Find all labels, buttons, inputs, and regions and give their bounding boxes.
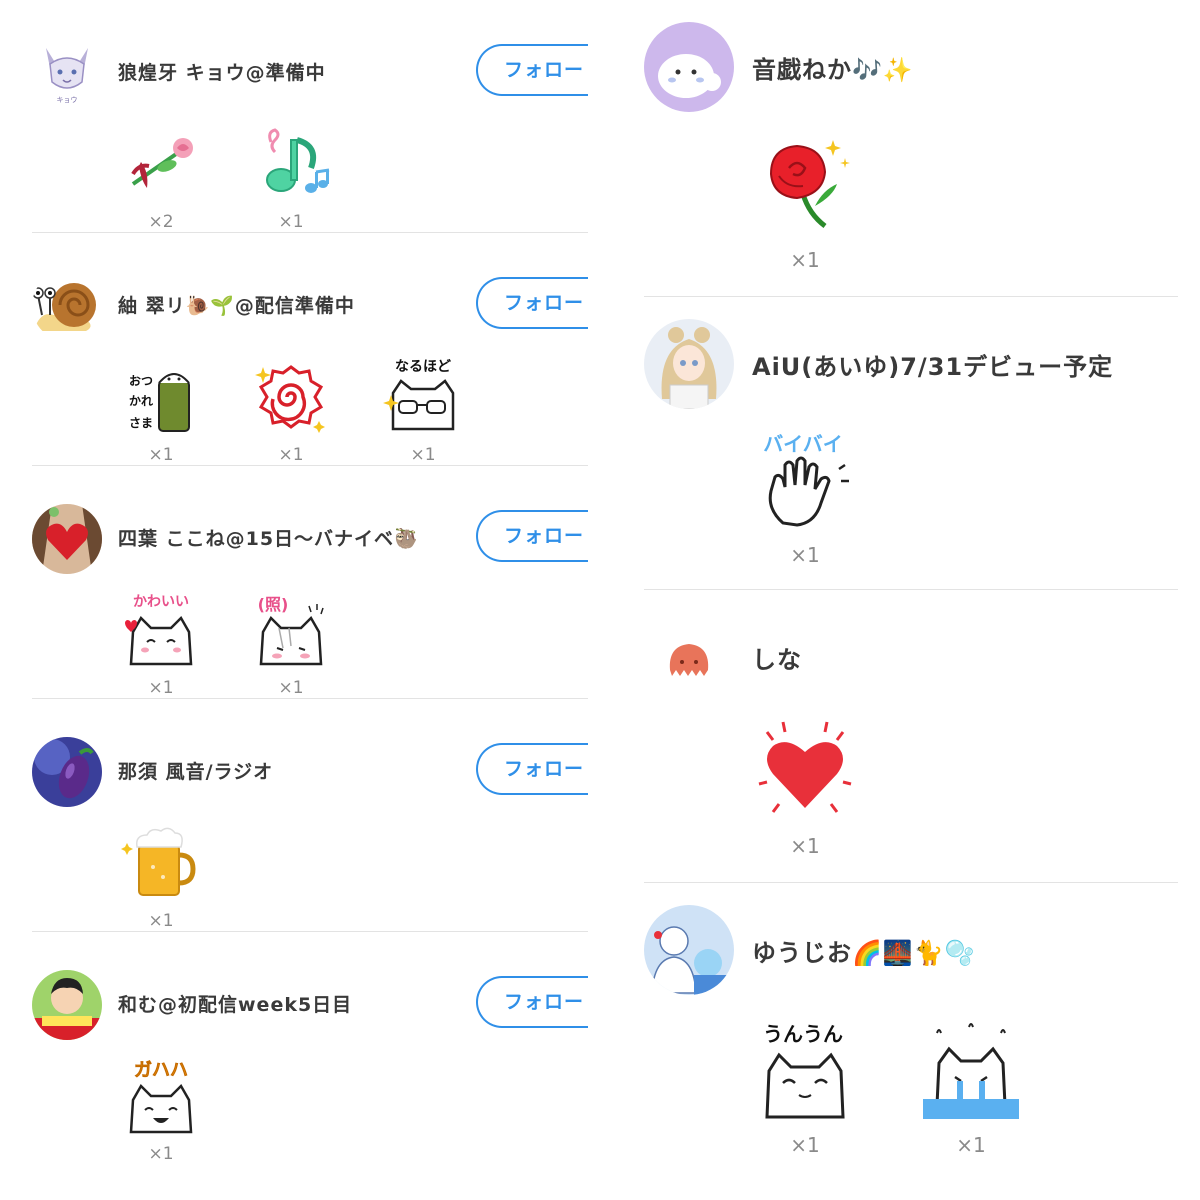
gift-item: ×1: [236, 122, 346, 232]
red-rose-icon: [769, 140, 850, 228]
rose-bouquet-icon: [131, 138, 193, 188]
gift-count: ×1: [148, 445, 174, 465]
follow-button[interactable]: フォロー: [476, 510, 588, 562]
snail-avatar-icon[interactable]: [32, 271, 102, 341]
svg-text:かれ: かれ: [129, 394, 153, 408]
gift-count: ×1: [148, 678, 174, 698]
sender-name: 狼煌牙 キョウ@準備中: [118, 62, 326, 84]
gift-count: ×1: [410, 445, 436, 465]
svg-text:さま: さま: [129, 416, 153, 430]
svg-text:(照): (照): [258, 595, 289, 614]
gift-item: ×1: [740, 720, 870, 858]
sender-name: 音戯ねか🎶✨: [752, 56, 914, 84]
sender-name: しな: [752, 646, 802, 674]
octopus-avatar-icon[interactable]: [644, 612, 734, 702]
list-item: 四葉 ここね@15日〜バナイベ🦥 フォロー かわいい ×1 (照) ×1: [32, 465, 588, 698]
sender-name: 四葉 ここね@15日〜バナイベ🦥: [118, 528, 419, 550]
gift-count: ×1: [278, 678, 304, 698]
gift-count: ×2: [148, 212, 174, 232]
kawaii-cat-sticker-icon: かわいい: [125, 594, 193, 666]
gift-item: ×1: [906, 1019, 1036, 1157]
svg-text:かわいい: かわいい: [133, 594, 189, 610]
unun-cat-sticker-icon: うんうん: [763, 1022, 845, 1119]
naruto-swirl-icon: [255, 365, 325, 433]
list-item: 紬 翠リ🐌🌱@配信準備中 フォロー おつ かれ さま ×1 ×1 なるほど ×1: [32, 232, 588, 465]
boy-avatar-icon[interactable]: [32, 970, 102, 1040]
eggplant-avatar-icon[interactable]: [32, 737, 102, 807]
tere-cat-sticker-icon: (照): [258, 595, 324, 666]
heart-avatar-icon[interactable]: [32, 504, 102, 574]
svg-text:おつ: おつ: [129, 374, 153, 388]
svg-text:うんうん: うんうん: [763, 1022, 843, 1046]
left-gift-list: キョウ 狼煌牙 キョウ@準備中 フォロー ×2 ×1 紬 翠リ🐌🌱@配信準備中 …: [32, 0, 588, 1164]
follow-button[interactable]: フォロー: [476, 976, 588, 1028]
right-gift-list: 音戯ねか🎶✨ ×1 AiU(あいゆ)7/31デビュー予定 バイバイ ×1 しな …: [644, 0, 1178, 1193]
list-item: しな ×1: [644, 589, 1178, 882]
gift-count: ×1: [790, 834, 820, 858]
otsukaresama-cat-sticker-icon: おつ かれ さま: [129, 373, 190, 432]
red-heart-icon: [758, 721, 852, 813]
seal-avatar-icon[interactable]: [644, 22, 734, 112]
gift-count: ×1: [278, 445, 304, 465]
follow-button[interactable]: フォロー: [476, 743, 588, 795]
gift-count: ×1: [790, 248, 820, 272]
follow-button[interactable]: フォロー: [476, 277, 588, 329]
sender-name: AiU(あいゆ)7/31デビュー予定: [752, 353, 1114, 381]
list-item: 那須 風音/ラジオ フォロー ×1: [32, 698, 588, 931]
svg-text:なるほど: なるほど: [395, 359, 451, 375]
crying-cat-sticker-icon: [923, 1023, 1019, 1119]
narhodo-cat-sticker-icon: なるほど: [383, 359, 455, 431]
gift-count: ×1: [148, 1144, 174, 1164]
gift-count: ×1: [790, 543, 820, 567]
gift-item: (照) ×1: [236, 588, 346, 698]
gift-count: ×1: [278, 212, 304, 232]
gift-item: バイバイ ×1: [740, 429, 870, 567]
gift-item: おつ かれ さま ×1: [106, 355, 216, 465]
sender-name: 和む@初配信week5日目: [118, 994, 353, 1016]
follow-button[interactable]: フォロー: [476, 44, 588, 96]
svg-text:キョウ: キョウ: [57, 96, 78, 104]
gift-item: ×1: [236, 355, 346, 465]
gift-item: ×2: [106, 122, 216, 232]
music-note-icon: [266, 128, 330, 193]
svg-text:バイバイ: バイバイ: [763, 432, 843, 456]
list-item: キョウ 狼煌牙 キョウ@準備中 フォロー ×2 ×1: [32, 0, 588, 232]
gift-item: かわいい ×1: [106, 588, 216, 698]
list-item: AiU(あいゆ)7/31デビュー予定 バイバイ ×1: [644, 296, 1178, 589]
gahaha-cat-sticker-icon: ガハハ: [129, 1060, 193, 1134]
gift-item: ×1: [740, 134, 870, 272]
sender-name: 紬 翠リ🐌🌱@配信準備中: [118, 295, 355, 317]
byebye-hand-sticker-icon: バイバイ: [763, 432, 849, 527]
beer-mug-icon: [121, 827, 196, 896]
list-item: ゆうじお🌈🌉🐈🫧 うんうん ×1 ×1: [644, 882, 1178, 1193]
sender-name: 那須 風音/ラジオ: [118, 761, 274, 783]
svg-text:ガハハ: ガハハ: [134, 1060, 188, 1081]
gift-item: なるほど ×1: [368, 355, 478, 465]
wolf-avatar-icon[interactable]: キョウ: [32, 38, 102, 108]
gift-count: ×1: [148, 911, 174, 931]
gift-count: ×1: [956, 1133, 986, 1157]
snowman-avatar-icon[interactable]: [644, 905, 734, 995]
gift-item: うんうん ×1: [740, 1019, 870, 1157]
gift-item: ×1: [106, 821, 216, 931]
gift-item: ガハハ ×1: [106, 1054, 216, 1164]
list-item: 和む@初配信week5日目 フォロー ガハハ ×1: [32, 931, 588, 1164]
gift-count: ×1: [790, 1133, 820, 1157]
vtuber-girl-avatar-icon[interactable]: [644, 319, 734, 409]
list-item: 音戯ねか🎶✨ ×1: [644, 0, 1178, 296]
sender-name: ゆうじお🌈🌉🐈🫧: [752, 939, 976, 967]
